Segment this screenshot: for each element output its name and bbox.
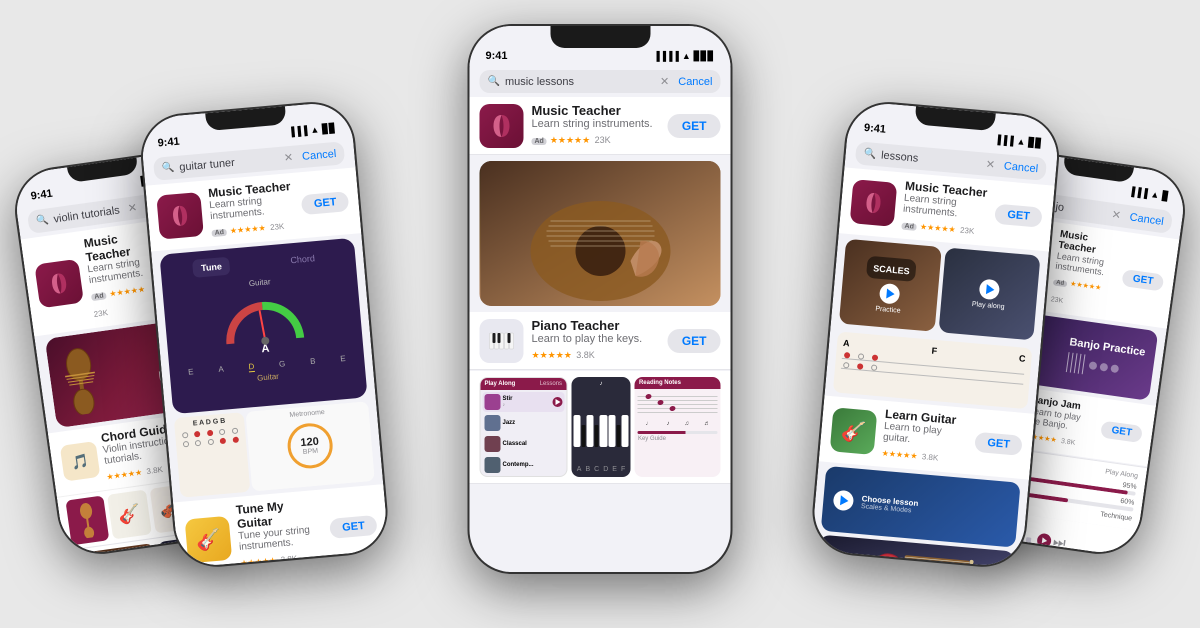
bpm-label-left: BPM [303, 447, 319, 455]
ad-badge-left: Ad [211, 228, 227, 236]
tuner-screen-left: Tune Chord Guitar [159, 237, 367, 413]
app-reviews-farleft: 23K [93, 308, 108, 319]
play-btn-playalong[interactable] [979, 278, 1001, 300]
app-sub-center: Learn string instruments. [532, 118, 660, 130]
tune-icon: 🎸 [185, 515, 233, 563]
piano-result-center[interactable]: Piano Teacher Learn to play the keys. ★★… [470, 312, 731, 370]
ad-badge-center: Ad [532, 138, 547, 145]
status-time-center: 9:41 [486, 50, 508, 62]
piano-name-center: Piano Teacher [532, 318, 660, 333]
status-icons-right: ▐▐▐▲▊▊ [994, 133, 1043, 148]
play-btn-scales[interactable] [879, 282, 901, 304]
piano-sub-center: Learn to play the keys. [532, 333, 660, 345]
clear-btn-right[interactable]: ✕ [985, 157, 995, 171]
status-icons-center: ▐▐▐▐▲▊▊▊ [653, 51, 714, 62]
search-query-center: music lessons [505, 76, 655, 88]
get-btn-piano[interactable]: GET [668, 329, 721, 353]
play-control-farright[interactable] [1036, 532, 1052, 548]
phone-left: 9:41 ▐▐▐▲▊▊ 🔍 guitar tuner ✕ Cancel [137, 98, 391, 570]
learn-guitar-row[interactable]: 🎸 Learn Guitar Learn to play guitar. ★★★… [819, 395, 1035, 479]
tune-info: Tune My Guitar Tune your string instrume… [235, 495, 325, 568]
status-icons-left: ▐▐▐▲▊▊ [288, 122, 337, 137]
phones-container: 9:41 ▐▐▐▲▊ 🔍 violin tutorials ✕ Cancel [0, 0, 1200, 628]
scales-cards-right: SCALES Practice Play along [831, 234, 1049, 345]
cancel-btn-right[interactable]: Cancel [1003, 159, 1038, 174]
search-query-right: lessons [881, 149, 982, 170]
cancel-btn-left[interactable]: Cancel [302, 147, 337, 162]
clear-btn-center[interactable]: ✕ [660, 75, 669, 88]
app-info-left: Music Teacher Learn string instruments. … [208, 178, 297, 239]
hero-image-center [480, 161, 721, 306]
status-time-right: 9:41 [863, 121, 886, 135]
learn-guitar-icon: 🎸 [830, 407, 878, 455]
clear-btn-farleft[interactable]: ✕ [127, 201, 138, 215]
app-info-farleft: Music Teacher Learn string instruments. … [83, 229, 149, 322]
search-bar-center[interactable]: 🔍 music lessons ✕ Cancel [480, 70, 721, 93]
piano-icon-center [480, 319, 524, 363]
app-icon-right [850, 179, 898, 227]
app-result-center[interactable]: Music Teacher Learn string instruments. … [470, 97, 731, 155]
search-icon-right: 🔍 [863, 147, 876, 159]
app-icon-center [480, 104, 524, 148]
get-btn-left[interactable]: GET [301, 191, 349, 215]
get-btn-center[interactable]: GET [668, 114, 721, 138]
app-result-left[interactable]: Music Teacher Learn string instruments. … [145, 167, 361, 251]
search-icon-farleft: 🔍 [36, 214, 50, 227]
status-time-left: 9:41 [157, 135, 180, 149]
app-icon-farleft [34, 259, 84, 309]
app-name-center: Music Teacher [532, 103, 660, 118]
ad-badge-farleft: Ad [91, 292, 107, 301]
phone-right: 9:41 ▐▐▐▲▊▊ 🔍 lessons ✕ Cancel [809, 98, 1063, 570]
phone-center: 9:41 ▐▐▐▐▲▊▊▊ 🔍 music lessons ✕ Cancel [468, 24, 733, 574]
play-btn-lesson[interactable] [833, 489, 855, 511]
chord-tab-left: E A D G B [174, 401, 375, 498]
app-stars-farleft: ★★★★★ [109, 285, 146, 299]
chord-icon-farleft: 🎵 [60, 441, 101, 482]
app-info-center: Music Teacher Learn string instruments. … [532, 103, 660, 148]
get-btn-guitar[interactable]: GET [975, 431, 1023, 455]
search-query-left: guitar tuner [179, 152, 280, 173]
get-btn-right[interactable]: GET [995, 203, 1043, 227]
piano-info-center: Piano Teacher Learn to play the keys. ★★… [532, 318, 660, 363]
bpm-number-left: 120 [300, 435, 319, 449]
get-btn-farright[interactable]: GET [1122, 269, 1165, 291]
learn-guitar-info: Learn Guitar Learn to play guitar. ★★★★★… [881, 406, 970, 467]
app-info-farright: Music Teacher Learn string instruments. … [1050, 229, 1121, 315]
lesson-card-right[interactable]: Choose lesson Scales & Modes [821, 465, 1021, 547]
clear-btn-farright[interactable]: ✕ [1111, 208, 1122, 222]
get-btn-banjo[interactable]: GET [1100, 421, 1143, 443]
status-icons-farright: ▐▐▐▲▊ [1128, 185, 1170, 202]
lesson-text-right: Choose lesson Scales & Modes [861, 493, 919, 514]
tune-guitar-row[interactable]: 🎸 Tune My Guitar Tune your string instru… [173, 484, 389, 568]
app-info-right: Music Teacher Learn string instruments. … [901, 178, 990, 239]
search-query-farleft: violin tutorials [53, 203, 124, 225]
cancel-btn-center[interactable]: Cancel [678, 76, 712, 88]
cancel-btn-farright[interactable]: Cancel [1129, 211, 1165, 228]
search-icon-center: 🔍 [488, 76, 500, 87]
chord-diagram-right: A F C [833, 331, 1033, 409]
get-btn-tune[interactable]: GET [329, 514, 377, 538]
search-icon-left: 🔍 [161, 162, 174, 174]
clear-btn-left[interactable]: ✕ [283, 150, 293, 164]
screenshots-center: Play Along Lessons Stir ♪ [470, 371, 731, 484]
status-time-farleft: 9:41 [30, 188, 53, 203]
app-icon-left [156, 191, 204, 239]
